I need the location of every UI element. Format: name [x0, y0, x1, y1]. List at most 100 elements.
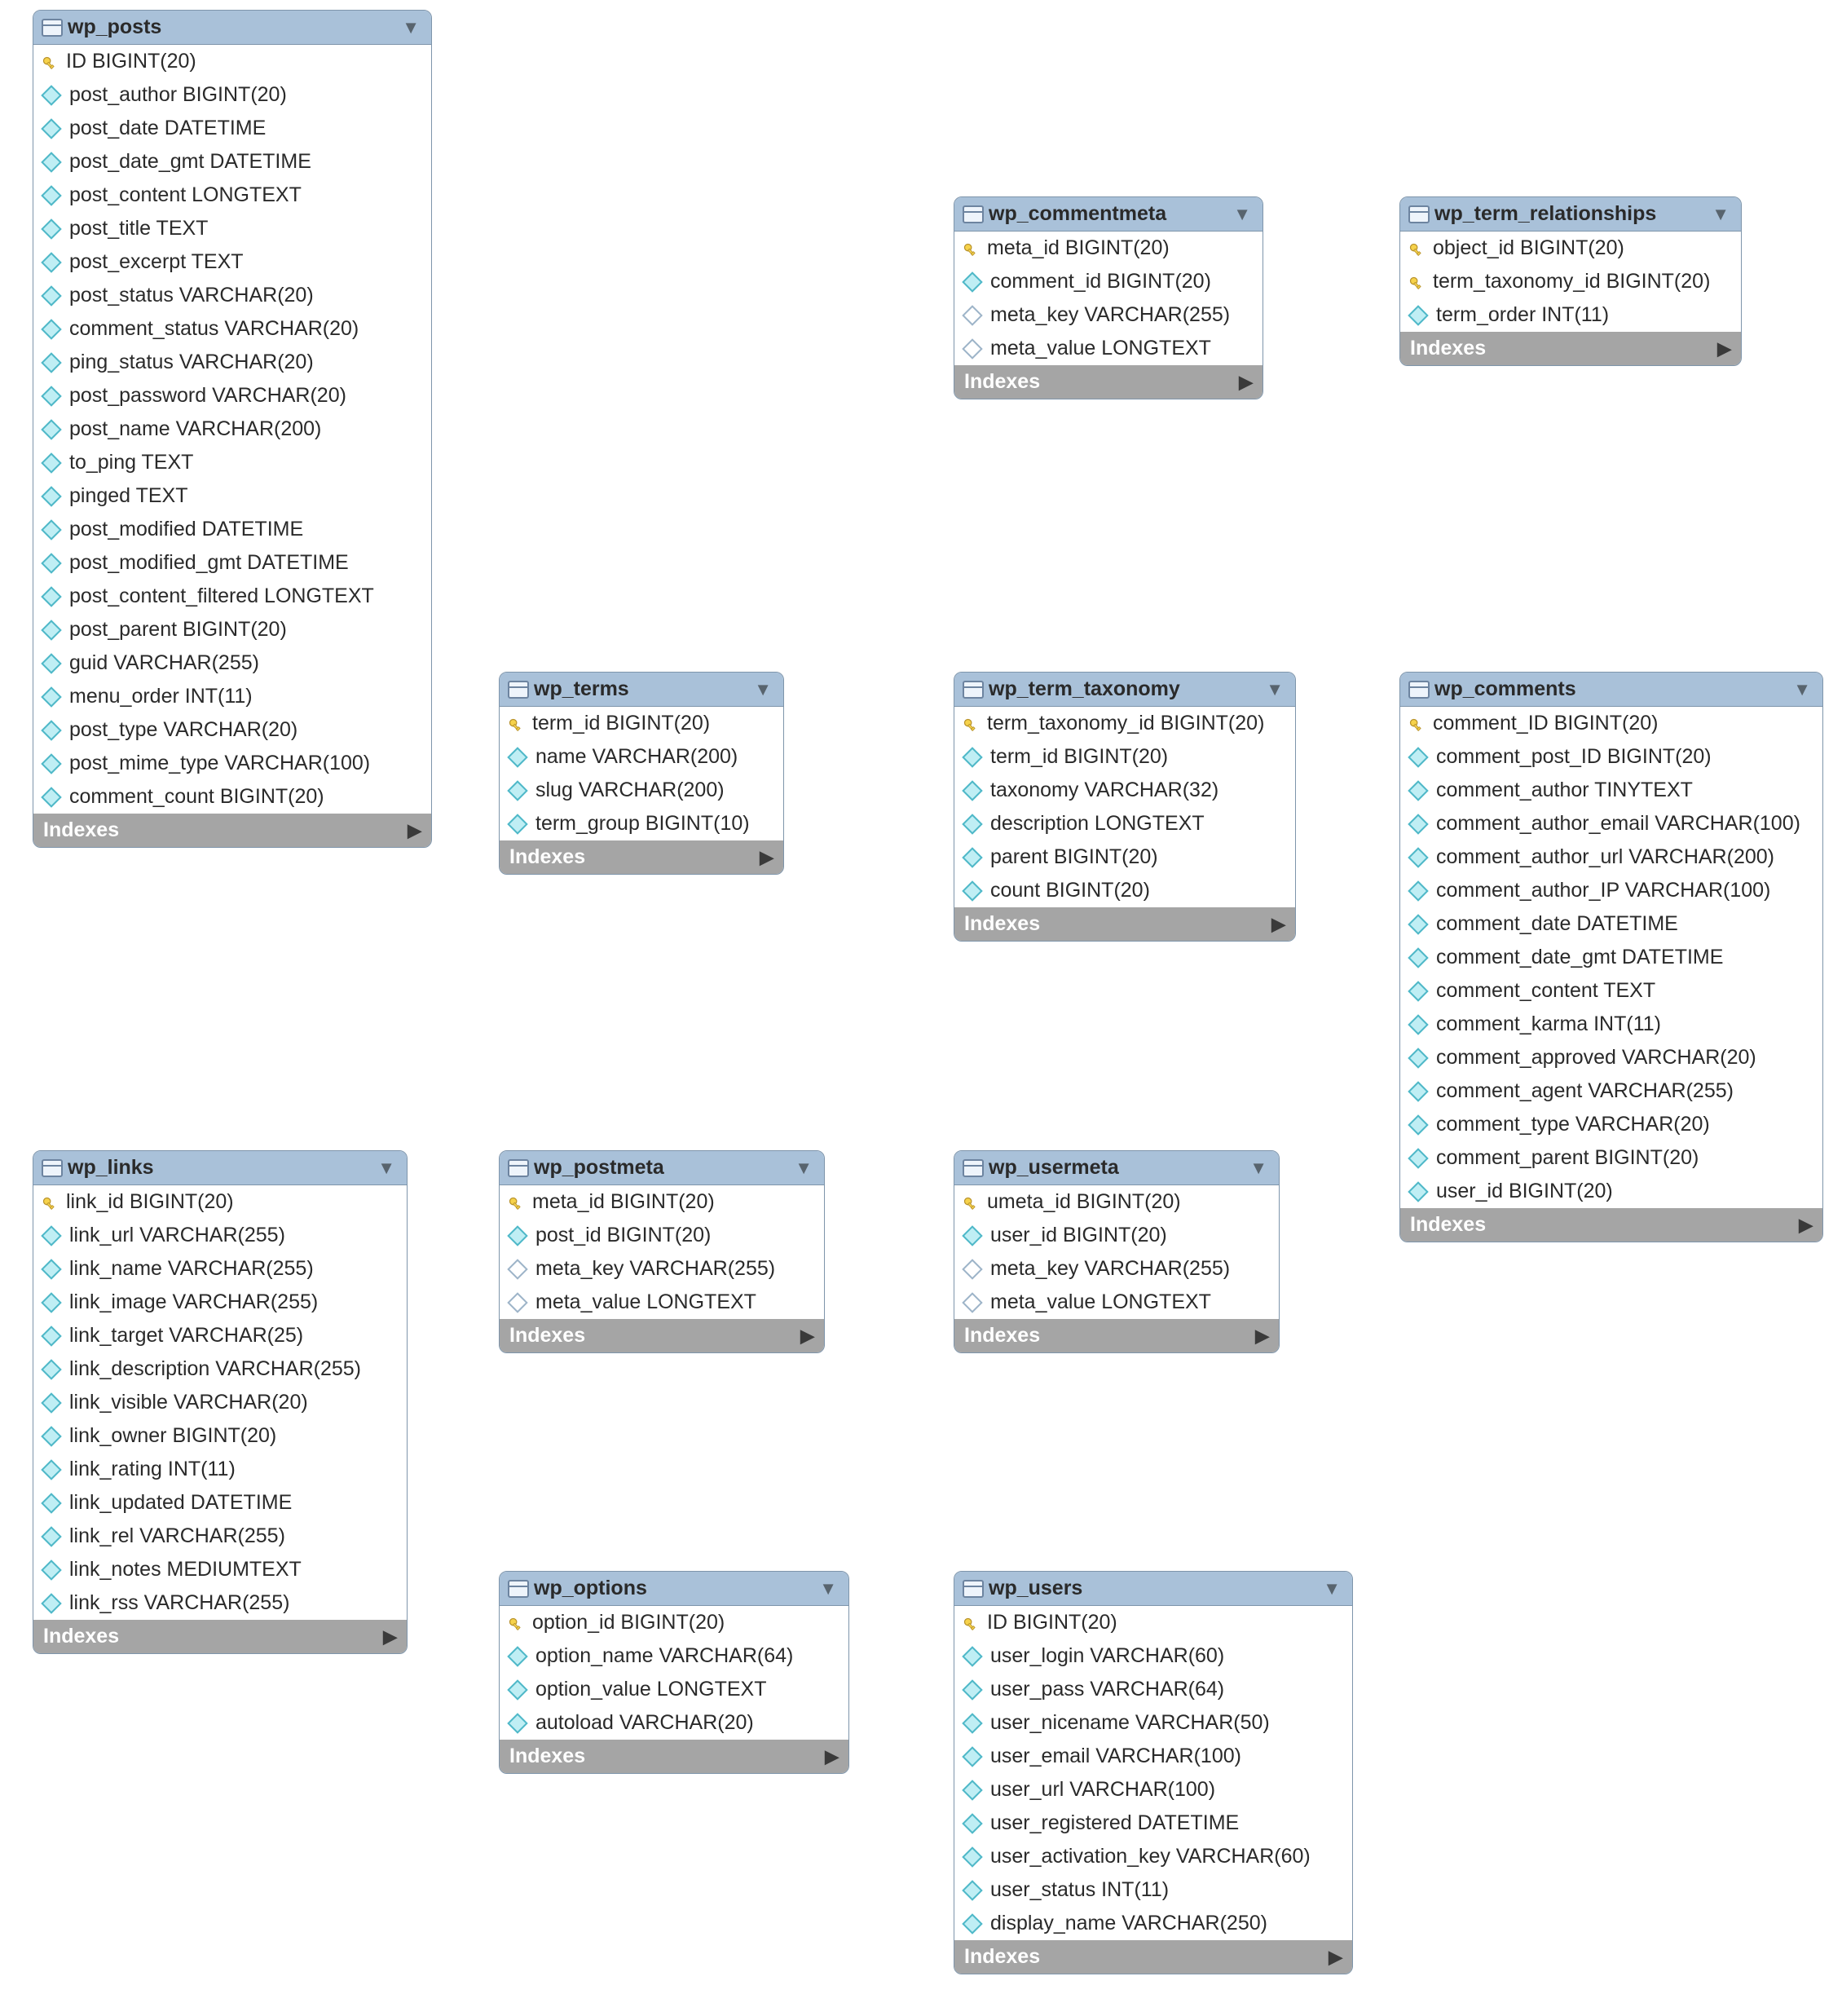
collapse-icon[interactable]: ▼: [1320, 1578, 1344, 1599]
column-label: post_parent BIGINT(20): [69, 618, 287, 642]
table-title: wp_term_taxonomy: [984, 677, 1263, 701]
indexes-label: Indexes: [509, 845, 585, 869]
indexes-label: Indexes: [964, 1324, 1040, 1348]
expand-icon[interactable]: ▶: [1255, 1326, 1269, 1347]
expand-icon[interactable]: ▶: [1717, 338, 1731, 360]
db-table-wp_comments[interactable]: wp_comments▼comment_ID BIGINT(20)comment…: [1399, 672, 1823, 1242]
column-label: user_login VARCHAR(60): [990, 1644, 1224, 1668]
indexes-section[interactable]: Indexes▶: [1400, 1208, 1822, 1242]
db-table-wp_term_taxonomy[interactable]: wp_term_taxonomy▼term_taxonomy_id BIGINT…: [954, 672, 1296, 942]
column-label: comment_count BIGINT(20): [69, 785, 324, 809]
column-label: link_owner BIGINT(20): [69, 1424, 276, 1448]
indexes-section[interactable]: Indexes▶: [33, 814, 431, 847]
table-column-row: link_image VARCHAR(255): [33, 1286, 407, 1319]
expand-icon[interactable]: ▶: [383, 1626, 397, 1648]
db-table-wp_usermeta[interactable]: wp_usermeta▼umeta_id BIGINT(20)user_id B…: [954, 1150, 1280, 1353]
table-column-row: to_ping TEXT: [33, 446, 431, 479]
indexes-section[interactable]: Indexes▶: [954, 1940, 1352, 1974]
indexes-section[interactable]: Indexes▶: [954, 365, 1263, 399]
column-icon: [1408, 747, 1428, 767]
column-label: description LONGTEXT: [990, 812, 1205, 836]
db-table-wp_options[interactable]: wp_options▼option_id BIGINT(20)option_na…: [499, 1571, 849, 1774]
collapse-icon[interactable]: ▼: [374, 1158, 399, 1179]
column-label: link_name VARCHAR(255): [69, 1257, 314, 1281]
table-header[interactable]: wp_users▼: [954, 1572, 1352, 1606]
db-table-wp_postmeta[interactable]: wp_postmeta▼meta_id BIGINT(20) post_id BI…: [499, 1150, 825, 1353]
column-icon: [41, 519, 61, 540]
collapse-icon[interactable]: ▼: [1246, 1158, 1271, 1179]
table-header[interactable]: wp_links▼: [33, 1151, 407, 1185]
table-title: wp_commentmeta: [984, 202, 1230, 226]
column-icon: [962, 1880, 982, 1900]
table-icon: [508, 1580, 529, 1598]
column-icon: [962, 814, 982, 834]
table-column-row: link_target VARCHAR(25): [33, 1319, 407, 1352]
table-column-row: post_content LONGTEXT: [33, 179, 431, 212]
indexes-section[interactable]: Indexes▶: [1400, 332, 1741, 365]
table-header[interactable]: wp_comments▼: [1400, 673, 1822, 707]
table-column-row: user_activation_key VARCHAR(60): [954, 1840, 1352, 1873]
expand-icon[interactable]: ▶: [1271, 914, 1285, 935]
expand-icon[interactable]: ▶: [760, 847, 773, 868]
expand-icon[interactable]: ▶: [800, 1326, 814, 1347]
table-header[interactable]: wp_term_relationships▼: [1400, 197, 1741, 232]
column-icon: [962, 1679, 982, 1700]
table-header[interactable]: wp_posts▼: [33, 11, 431, 45]
column-label: pinged TEXT: [69, 484, 187, 508]
table-column-row: name VARCHAR(200): [500, 740, 783, 774]
primary-key-icon: [42, 54, 58, 70]
expand-icon[interactable]: ▶: [825, 1746, 839, 1767]
collapse-icon[interactable]: ▼: [1263, 679, 1287, 700]
column-label: comment_agent VARCHAR(255): [1436, 1079, 1734, 1103]
indexes-section[interactable]: Indexes▶: [500, 1740, 848, 1773]
collapse-icon[interactable]: ▼: [1708, 204, 1733, 225]
collapse-icon[interactable]: ▼: [816, 1578, 840, 1599]
column-label: post_id BIGINT(20): [535, 1224, 711, 1247]
column-icon: [962, 1846, 982, 1867]
column-label: post_type VARCHAR(20): [69, 718, 297, 742]
table-header[interactable]: wp_terms▼: [500, 673, 783, 707]
primary-key-icon: [963, 240, 979, 257]
db-table-wp_posts[interactable]: wp_posts▼ID BIGINT(20)post_author BIGINT…: [33, 10, 432, 848]
column-label: post_date_gmt DATETIME: [69, 150, 311, 174]
table-column-row: meta_id BIGINT(20): [500, 1185, 824, 1219]
table-header[interactable]: wp_commentmeta▼: [954, 197, 1263, 232]
column-label: ID BIGINT(20): [66, 50, 196, 73]
column-label: link_rss VARCHAR(255): [69, 1591, 289, 1615]
column-icon: [962, 1646, 982, 1666]
db-table-wp_commentmeta[interactable]: wp_commentmeta▼meta_id BIGINT(20)comment…: [954, 196, 1263, 399]
indexes-section[interactable]: Indexes▶: [33, 1620, 407, 1653]
column-label: autoload VARCHAR(20): [535, 1711, 754, 1735]
expand-icon[interactable]: ▶: [408, 820, 421, 841]
collapse-icon[interactable]: ▼: [1790, 679, 1814, 700]
collapse-icon[interactable]: ▼: [791, 1158, 816, 1179]
collapse-icon[interactable]: ▼: [751, 679, 775, 700]
table-header[interactable]: wp_term_taxonomy▼: [954, 673, 1295, 707]
table-column-row: count BIGINT(20): [954, 874, 1295, 907]
expand-icon[interactable]: ▶: [1329, 1947, 1342, 1968]
table-title: wp_comments: [1430, 677, 1790, 701]
table-header[interactable]: wp_options▼: [500, 1572, 848, 1606]
indexes-section[interactable]: Indexes ▶: [954, 1319, 1279, 1352]
db-table-wp_users[interactable]: wp_users▼ID BIGINT(20)user_login VARCHAR…: [954, 1571, 1353, 1974]
collapse-icon[interactable]: ▼: [399, 17, 423, 38]
column-label: to_ping TEXT: [69, 451, 193, 474]
column-label: comment_author_url VARCHAR(200): [1436, 845, 1774, 869]
column-icon: [1408, 1148, 1428, 1168]
db-table-wp_terms[interactable]: wp_terms▼term_id BIGINT(20)name VARCHAR(…: [499, 672, 784, 875]
column-label: term_id BIGINT(20): [990, 745, 1168, 769]
table-title: wp_users: [984, 1577, 1320, 1600]
table-header[interactable]: wp_postmeta▼: [500, 1151, 824, 1185]
indexes-section[interactable]: Indexes▶: [500, 1319, 824, 1352]
expand-icon[interactable]: ▶: [1799, 1215, 1813, 1236]
column-label: link_rating INT(11): [69, 1458, 236, 1481]
db-table-wp_term_relationships[interactable]: wp_term_relationships▼object_id BIGINT(2…: [1399, 196, 1742, 366]
db-table-wp_links[interactable]: wp_links▼link_id BIGINT(20)link_url VARC…: [33, 1150, 408, 1654]
table-header[interactable]: wp_usermeta▼: [954, 1151, 1279, 1185]
indexes-section[interactable]: Indexes ▶: [500, 840, 783, 874]
collapse-icon[interactable]: ▼: [1230, 204, 1254, 225]
column-icon: [507, 1679, 527, 1700]
indexes-section[interactable]: Indexes▶: [954, 907, 1295, 941]
column-label: comment_status VARCHAR(20): [69, 317, 359, 341]
expand-icon[interactable]: ▶: [1239, 372, 1253, 393]
